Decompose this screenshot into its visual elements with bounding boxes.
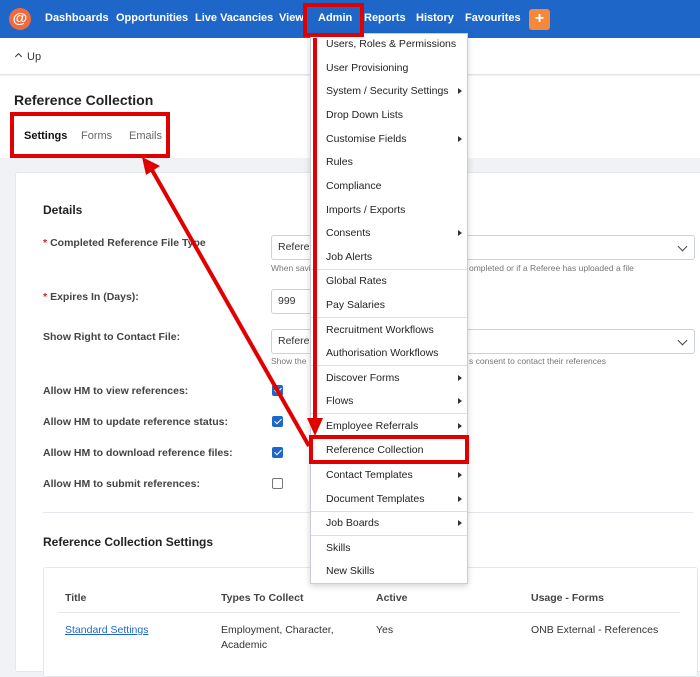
arrow-admin-to-reference-collection [307, 38, 323, 436]
arrow-reference-collection-to-tabs [142, 157, 311, 447]
annotation-arrows [142, 38, 323, 447]
